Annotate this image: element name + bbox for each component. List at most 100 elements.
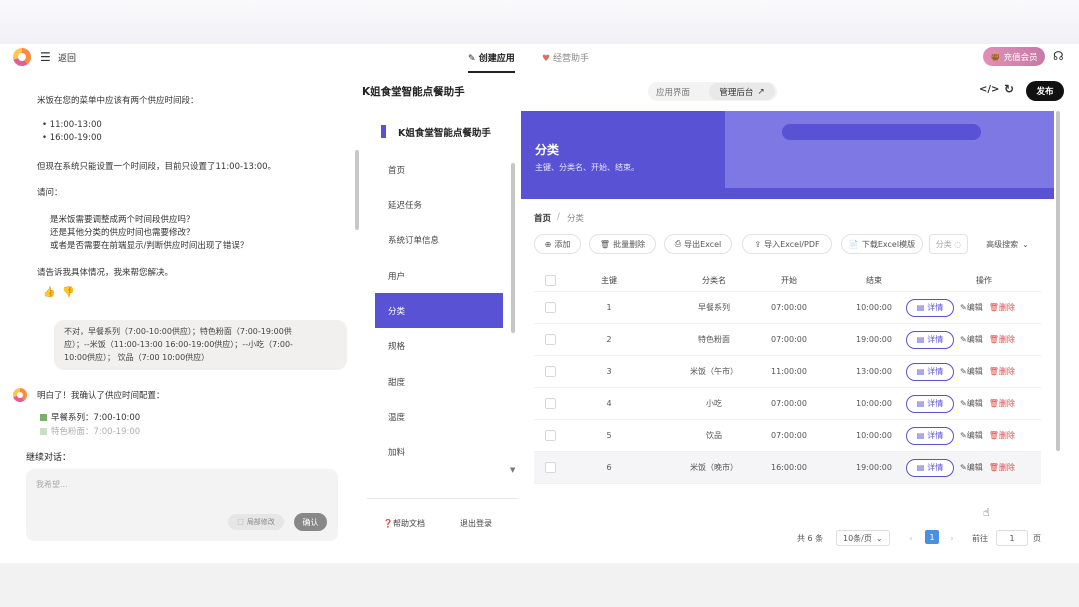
next-page-button[interactable]: › <box>945 530 959 546</box>
sidebar-item-users[interactable]: 用户 <box>375 258 503 293</box>
export-excel-button[interactable]: ⎙ 导出Excel <box>664 234 732 254</box>
back-icon[interactable]: ☰ <box>40 50 51 64</box>
user-message-line: 应）；--米饭（11:00-13:00 16:00-19:00供应）；--小吃（… <box>64 340 293 349</box>
prev-page-button[interactable]: ‹ <box>904 530 918 546</box>
page-size-select[interactable]: 10条/页 ⌄ <box>836 530 890 546</box>
detail-button[interactable]: ▤ 详情 <box>906 362 954 381</box>
delete-button[interactable]: 🗑删除 <box>989 334 1015 345</box>
row-checkbox[interactable] <box>544 302 556 313</box>
sidebar-item-categories[interactable]: 分类 <box>375 293 503 328</box>
select-all-checkbox[interactable] <box>544 274 556 286</box>
column-header-start: 开始 <box>781 275 797 285</box>
edit-button[interactable]: ✎编辑 <box>960 398 983 409</box>
import-button[interactable]: ⇪ 导入Excel/PDF <box>742 234 832 254</box>
detail-label: 详情 <box>927 335 944 344</box>
detail-button[interactable]: ▤ 详情 <box>906 330 954 349</box>
delete-button[interactable]: 🗑删除 <box>989 302 1015 313</box>
breadcrumb-home[interactable]: 首页 <box>534 212 551 224</box>
chat-message-text: • 11:00-13:00 <box>42 120 102 130</box>
add-button[interactable]: ⊕ 添加 <box>534 234 581 254</box>
detail-button[interactable]: ▤ 详情 <box>906 298 954 317</box>
delete-button[interactable]: 🗑删除 <box>989 462 1015 473</box>
delete-button[interactable]: 🗑删除 <box>989 398 1015 409</box>
export-excel-label: 导出Excel <box>684 239 722 249</box>
detail-button[interactable]: ▤ 详情 <box>906 426 954 445</box>
vip-label: 充值会员 <box>1003 52 1038 63</box>
chevron-down-icon: ⌄ <box>875 533 883 543</box>
page-unit-label: 页 <box>1033 533 1041 543</box>
headset-icon[interactable]: ☊ <box>1053 49 1064 63</box>
view-admin-tab[interactable]: 管理后台 ↗ <box>709 83 775 100</box>
edit-button[interactable]: ✎编辑 <box>960 430 983 441</box>
scroll-down-icon[interactable]: ▼ <box>510 466 515 474</box>
sidebar-item-specs[interactable]: 规格 <box>375 328 503 363</box>
sidebar-item-home[interactable]: 首页 <box>375 152 503 187</box>
advanced-search-label: 高级搜索 <box>986 239 1019 249</box>
back-button[interactable]: 返回 <box>58 51 76 64</box>
row-select-cell <box>544 292 556 323</box>
table-row[interactable]: 1 早餐系列 07:00:00 10:00:00 ▤ 详情 ✎编辑 🗑删除 <box>534 292 1041 324</box>
sidebar-item-delayed-tasks[interactable]: 延迟任务 <box>375 187 503 222</box>
sidebar-item-orders[interactable]: 系统订单信息 <box>375 222 503 257</box>
ai-reply-text: 明白了！我确认了供应时间配置： <box>37 391 165 401</box>
vip-button[interactable]: 👜 充值会员 <box>983 47 1045 66</box>
download-template-button[interactable]: 📄 下载Excel模版 <box>841 234 923 254</box>
thumbs-up-icon[interactable]: 👍 <box>43 287 55 298</box>
cell-id: 1 <box>606 303 612 312</box>
table-row[interactable]: 2 特色粉面 07:00:00 19:00:00 ▤ 详情 ✎编辑 🗑删除 <box>534 324 1041 356</box>
help-docs-link[interactable]: ❓帮助文档 <box>383 518 425 529</box>
table-row[interactable]: 5 饮品 07:00:00 10:00:00 ▤ 详情 ✎编辑 🗑删除 <box>534 420 1041 452</box>
refresh-icon[interactable]: ↻ <box>1004 82 1014 96</box>
detail-icon: ▤ <box>916 367 925 376</box>
partial-edit-button[interactable]: ⬚ 局部修改 <box>228 514 284 530</box>
edit-button[interactable]: ✎编辑 <box>960 462 983 473</box>
delete-button[interactable]: 🗑删除 <box>989 366 1015 377</box>
detail-button[interactable]: ▤ 详情 <box>906 458 954 477</box>
detail-label: 详情 <box>927 303 944 312</box>
view-app-tab[interactable]: 应用界面 <box>656 86 690 98</box>
goto-page-input[interactable]: 1 <box>996 530 1028 546</box>
sidebar-item-temperature[interactable]: 温度 <box>375 399 503 434</box>
chat-message-text: 还是其他分类的供应时间也需要修改？ <box>50 228 195 238</box>
publish-button[interactable]: 发布 <box>1026 81 1064 101</box>
row-checkbox[interactable] <box>544 462 556 473</box>
chat-message-text: 请告诉我具体情况，我来帮您解决。 <box>37 268 174 278</box>
row-select-cell <box>544 356 556 387</box>
edit-button[interactable]: ✎编辑 <box>960 302 983 313</box>
sidebar-divider <box>367 498 518 499</box>
detail-label: 详情 <box>927 367 944 376</box>
advanced-search-button[interactable]: 高级搜索 ⌄ <box>975 234 1040 254</box>
row-checkbox[interactable] <box>544 430 556 441</box>
logout-link[interactable]: 退出登录 <box>460 518 492 529</box>
chat-scrollbar[interactable] <box>355 150 359 230</box>
tab-build-app[interactable]: ✎ 创建应用 <box>468 51 515 73</box>
table-row[interactable]: 6 米饭（晚市） 16:00:00 19:00:00 ▤ 详情 ✎编辑 🗑删除 <box>534 452 1041 484</box>
row-checkbox[interactable] <box>544 334 556 345</box>
cell-ops: ▤ 详情 ✎编辑 🗑删除 <box>906 324 1041 355</box>
detail-button[interactable]: ▤ 详情 <box>906 394 954 413</box>
export-icon: ⎙ <box>674 239 682 248</box>
sidebar-item-toppings[interactable]: 加料 <box>375 434 503 469</box>
edit-button[interactable]: ✎编辑 <box>960 366 983 377</box>
thumbs-down-icon[interactable]: 👎 <box>62 287 74 298</box>
sidebar-scrollbar[interactable] <box>511 163 515 333</box>
search-input[interactable]: 分类 ◌ <box>929 234 968 254</box>
row-checkbox[interactable] <box>544 398 556 409</box>
current-page-button[interactable]: 1 <box>925 530 939 544</box>
tab-business-assistant[interactable]: ♥ 经营助手 <box>542 51 589 64</box>
cell-id: 3 <box>606 367 612 376</box>
code-icon[interactable]: </> <box>979 84 999 95</box>
edit-button[interactable]: ✎编辑 <box>960 334 983 345</box>
sidebar-item-sweetness[interactable]: 甜度 <box>375 364 503 399</box>
chat-input[interactable]: 我希望... ⬚ 局部修改 确认 <box>26 469 338 541</box>
batch-delete-button[interactable]: 🗑 批量删除 <box>589 234 656 254</box>
window-bottom-area <box>0 563 1079 607</box>
confirm-button[interactable]: 确认 <box>294 513 327 531</box>
table-row[interactable]: 3 米饭（午市） 11:00:00 13:00:00 ▤ 详情 ✎编辑 🗑删除 <box>534 356 1041 388</box>
table-row[interactable]: 4 小吃 07:00:00 10:00:00 ▤ 详情 ✎编辑 🗑删除 <box>534 388 1041 420</box>
main-scrollbar[interactable] <box>1056 111 1060 451</box>
row-checkbox[interactable] <box>544 366 556 377</box>
window-top-area <box>0 0 1079 44</box>
delete-button[interactable]: 🗑删除 <box>989 430 1015 441</box>
batch-delete-label: 批量删除 <box>613 239 646 249</box>
